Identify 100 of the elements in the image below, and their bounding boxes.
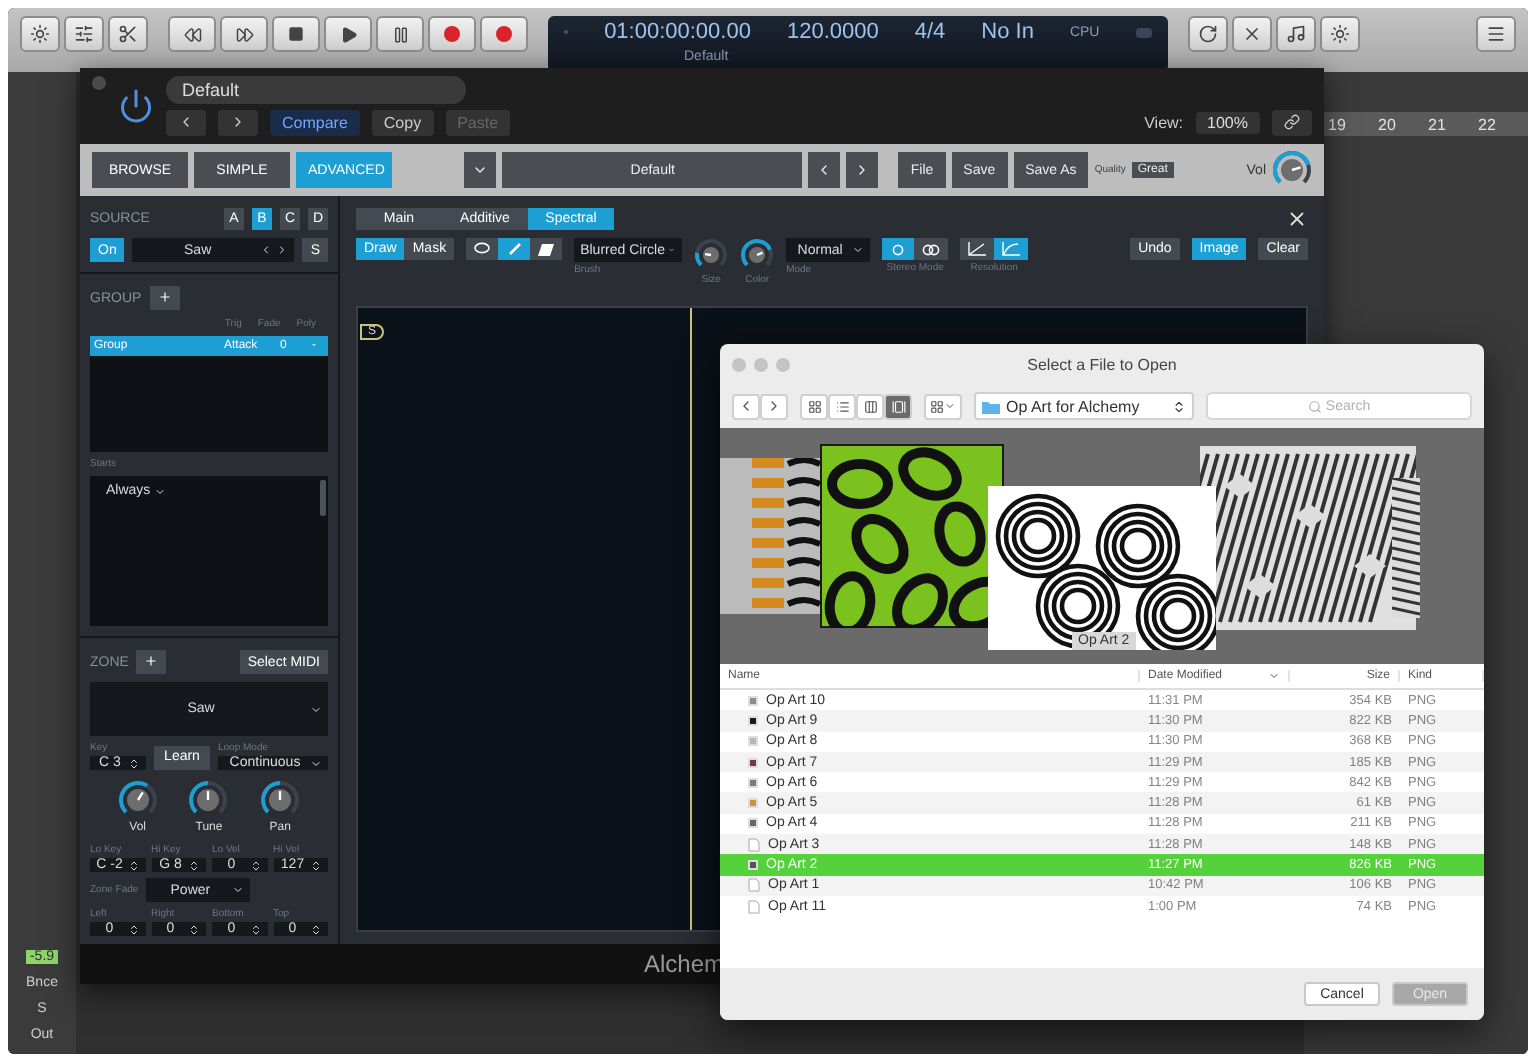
chevron-down-icon [472,162,489,178]
tool-button[interactable] [530,238,563,260]
arrange-button[interactable] [924,393,962,419]
add-button[interactable] [136,650,167,674]
view-button[interactable] [884,393,912,419]
chevron-right-icon [230,113,246,129]
play-button[interactable] [324,16,372,52]
chevron-down-icon [310,703,322,715]
list-icon [835,399,849,413]
chevron-down-icon [668,244,677,256]
bar-number: 20 [1378,115,1398,133]
stereo-mode-button[interactable] [914,238,949,260]
stop-icon [288,26,304,42]
scrollbar-thumb [320,480,326,516]
rotate-icon [1198,24,1218,44]
tempo-readout: 120.0000 [786,20,879,44]
knob[interactable] [740,238,775,272]
pause-button[interactable] [376,16,424,52]
knob[interactable] [694,238,729,272]
view-button[interactable] [828,393,856,419]
toolbar-button[interactable] [108,16,148,52]
stop-button[interactable] [272,16,320,52]
zoom-dropdown[interactable]: 100% [1195,112,1260,134]
tool-button[interactable] [498,238,531,260]
pencil-icon [507,242,522,256]
chevron-down-icon [154,485,167,497]
stepper-icon [1172,399,1186,413]
document-icon [748,837,760,852]
link-icon [1284,113,1300,129]
dialog-title: Select a File to Open [1025,355,1179,373]
bar-number: 22 [1478,115,1498,133]
gallery-icon [891,399,905,413]
chevron-left-icon [260,244,273,256]
columns-icon [863,399,877,413]
resolution-button[interactable] [960,238,995,260]
bar-number: 19 [1328,115,1348,133]
plus-icon [157,289,172,303]
previous-button[interactable] [808,152,841,188]
grid-icon [807,399,821,413]
record-icon [496,26,512,42]
sliders-icon [74,24,94,44]
fast-forward-button[interactable] [220,16,268,52]
menu-button[interactable] [1476,16,1516,52]
chevron-down-icon [232,884,245,896]
circle-icon [892,243,905,255]
linked-circles-icon [922,243,941,255]
graph-icon [1002,242,1021,256]
rewind-icon [183,25,201,43]
menu-icon [1486,24,1506,44]
fast-forward-icon [235,25,253,43]
plus-icon [144,653,159,667]
preset-menu-button[interactable] [464,152,497,188]
play-icon [339,25,357,43]
view-button[interactable] [800,393,828,419]
sort-icon [1268,670,1280,682]
grid-icon [930,399,944,413]
search-icon [1307,399,1322,413]
rewind-button[interactable] [168,16,216,52]
previous-button[interactable] [166,110,206,136]
next-button[interactable] [846,152,879,188]
chevron-down-icon [852,244,865,256]
lasso-icon [474,242,491,256]
toolbar-button[interactable] [1276,16,1316,52]
bar-number: 21 [1428,115,1448,133]
chevron-left-icon [738,398,754,414]
folder-dropdown[interactable]: Op Art for Alchemy [974,392,1194,420]
close-dot[interactable] [92,76,106,90]
sun-icon [30,24,50,44]
toolbar-button[interactable] [1188,16,1228,52]
folder-icon [982,399,1000,413]
toolbar-button[interactable] [1320,16,1360,52]
toolbar-button[interactable] [20,16,60,52]
power-icon [118,88,154,124]
copy-button[interactable]: Copy [371,110,434,136]
view-label: View: [1144,114,1184,132]
close-icon [1242,24,1262,44]
record-icon [444,26,460,42]
toolbar-button[interactable] [64,16,104,52]
resolution-button[interactable] [994,238,1029,260]
chevron-down-icon [310,757,322,769]
chevron-left-icon [178,113,194,129]
chevron-right-icon [766,398,782,414]
record-button[interactable] [480,16,528,52]
compare-button[interactable]: Compare [270,110,360,136]
input-readout: No In [981,20,1034,44]
graph-icon [968,242,987,256]
position-readout: 01:00:00:00.00 [604,20,751,44]
link-button[interactable] [1272,110,1312,136]
pause-icon [391,25,409,43]
music-icon [1286,24,1306,44]
preset-dropdown[interactable]: Default [166,76,466,104]
close-icon [1286,208,1308,230]
add-button[interactable] [149,286,180,310]
record-button[interactable] [428,16,476,52]
next-button[interactable] [218,110,258,136]
signature-readout: 4/4 [914,20,946,44]
stereo-mode-button[interactable] [882,238,915,260]
cpu-meter [1135,27,1152,37]
view-button[interactable] [856,393,884,419]
tool-button[interactable] [466,238,499,260]
